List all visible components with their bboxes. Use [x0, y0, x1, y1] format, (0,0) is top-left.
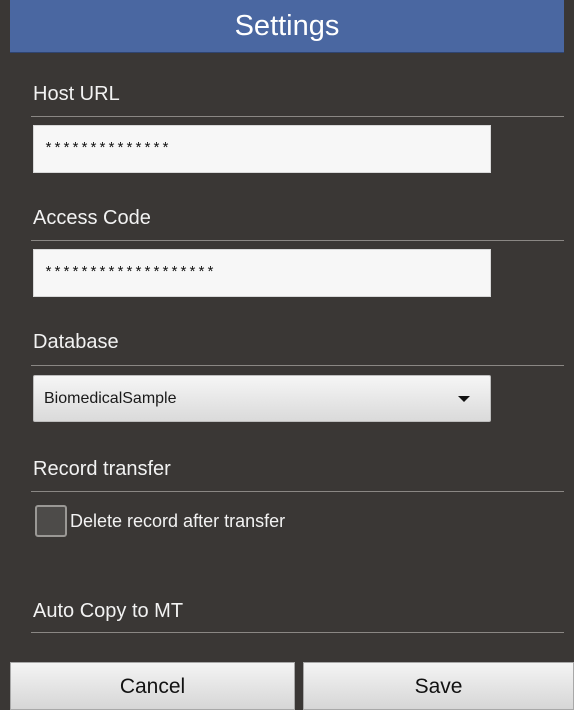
access-code-label: Access Code	[33, 207, 151, 229]
auto-copy-label: Auto Copy to MT	[33, 600, 184, 622]
record-transfer-label: Record transfer	[33, 458, 171, 480]
save-button[interactable]: Save	[303, 662, 574, 710]
divider	[31, 632, 564, 633]
chevron-down-icon	[458, 396, 470, 402]
database-selected-value: BiomedicalSample	[44, 390, 177, 407]
access-code-input[interactable]	[33, 249, 491, 297]
host-url-label: Host URL	[33, 83, 120, 105]
settings-screen: Settings Host URL Access Code Database B…	[0, 0, 574, 710]
page-title: Settings	[10, 0, 564, 53]
database-label: Database	[33, 331, 119, 353]
divider	[31, 116, 564, 117]
host-url-input[interactable]	[33, 125, 491, 173]
database-select[interactable]: BiomedicalSample	[33, 375, 491, 422]
delete-record-option[interactable]: Delete record after transfer	[35, 504, 285, 538]
delete-record-checkbox[interactable]	[35, 505, 67, 537]
divider	[31, 491, 564, 492]
delete-record-label: Delete record after transfer	[70, 510, 286, 531]
divider	[31, 240, 564, 241]
divider	[31, 365, 564, 366]
cancel-button[interactable]: Cancel	[10, 662, 295, 710]
